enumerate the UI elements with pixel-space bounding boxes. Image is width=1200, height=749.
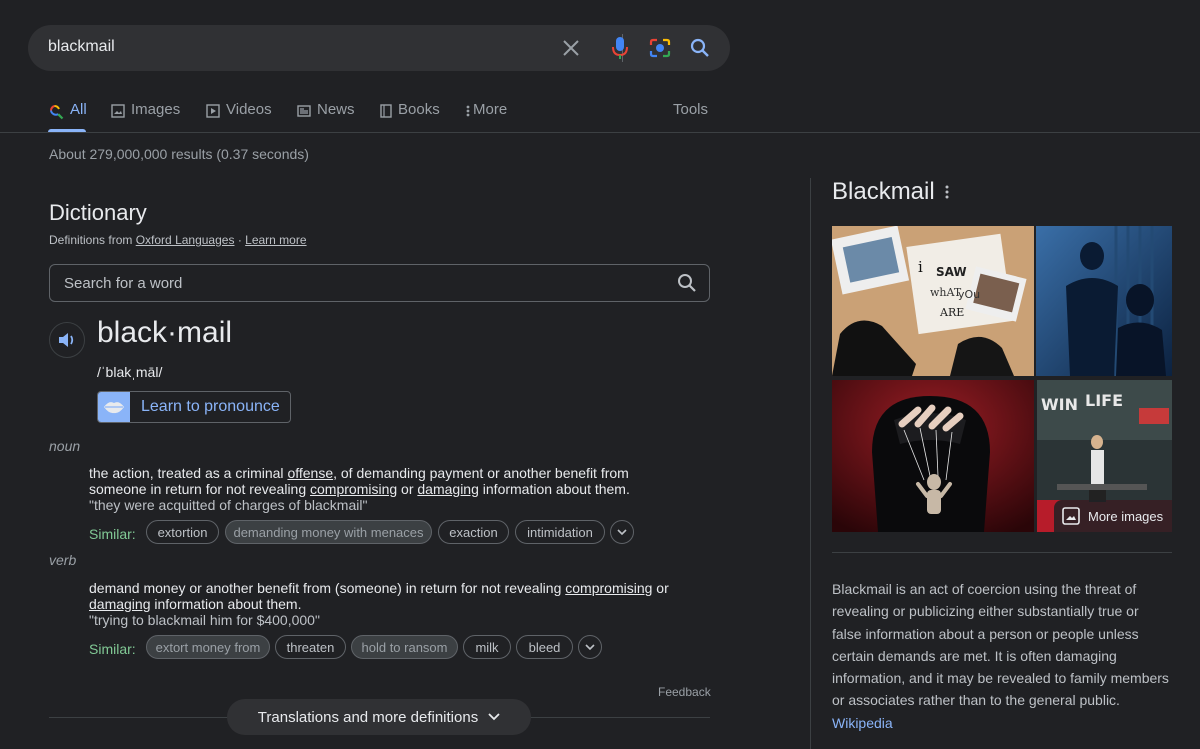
result-stats: About 279,000,000 results (0.37 seconds) xyxy=(49,146,309,162)
collage-text: yOu xyxy=(958,288,980,301)
clear-icon[interactable] xyxy=(559,36,583,60)
collage-text: i xyxy=(918,258,923,276)
image-note-collage[interactable]: i SAW whAT yOu ARE xyxy=(832,226,1034,376)
more-images-label: More images xyxy=(1088,508,1164,524)
word-link-compromising[interactable]: compromising xyxy=(310,481,397,497)
tab-books-label: Books xyxy=(398,101,440,118)
tab-videos[interactable]: Videos xyxy=(206,101,272,133)
def-text: the action, treated as a criminal xyxy=(89,465,288,481)
similar-chip[interactable]: extortion xyxy=(146,520,219,544)
description-text: Blackmail is an act of coercion using th… xyxy=(832,581,1169,709)
tab-more[interactable]: More xyxy=(466,101,507,133)
headword: black·mail xyxy=(97,316,233,349)
part-of-speech-noun: noun xyxy=(49,438,81,454)
similar-chip[interactable]: intimidation xyxy=(515,520,605,544)
book-icon xyxy=(380,104,392,118)
tab-videos-label: Videos xyxy=(226,101,272,118)
feedback-link[interactable]: Feedback xyxy=(658,685,711,699)
wikipedia-link[interactable]: Wikipedia xyxy=(832,715,893,731)
vertical-dots-icon xyxy=(466,105,470,117)
collage-text: SAW xyxy=(936,265,967,279)
tabs-divider xyxy=(0,132,1200,133)
oxford-languages-link[interactable]: Oxford Languages xyxy=(136,233,235,247)
word-link-offense[interactable]: offense xyxy=(287,465,333,481)
search-icon[interactable] xyxy=(677,273,697,298)
tab-images[interactable]: Images xyxy=(111,101,180,133)
word-link-damaging[interactable]: damaging xyxy=(417,481,479,497)
tools-button[interactable]: Tools xyxy=(673,101,708,118)
tab-news-label: News xyxy=(317,101,355,118)
similar-chip[interactable]: exaction xyxy=(438,520,509,544)
def-text: information about them. xyxy=(478,481,630,497)
word-link-damaging[interactable]: damaging xyxy=(89,596,151,612)
image-silhouettes[interactable] xyxy=(1036,226,1172,376)
pronunciation-speaker-button[interactable] xyxy=(49,322,85,358)
def-text: demand money or another benefit from (so… xyxy=(89,580,566,596)
tab-books[interactable]: Books xyxy=(380,101,440,133)
poster-text: LIFE xyxy=(1085,391,1123,410)
image-icon xyxy=(1062,507,1080,525)
dictionary-title: Dictionary xyxy=(49,200,147,225)
learn-more-link[interactable]: Learn more xyxy=(245,233,306,247)
similar-chip[interactable]: demanding money with menaces xyxy=(225,520,432,544)
knowledge-panel-title: Blackmail xyxy=(832,178,935,205)
learn-to-pronounce-label: Learn to pronounce xyxy=(141,398,280,415)
knowledge-panel-divider xyxy=(810,178,811,749)
part-of-speech-verb: verb xyxy=(49,552,77,568)
source-separator: · xyxy=(237,233,242,247)
similar-chip[interactable]: bleed xyxy=(516,635,573,659)
definition-verb: demand money or another benefit from (so… xyxy=(89,580,679,612)
more-definitions-label: Translations and more definitions xyxy=(257,708,479,726)
learn-to-pronounce-button[interactable]: Learn to pronounce xyxy=(97,391,291,423)
def-text: or xyxy=(652,580,669,596)
tab-news[interactable]: News xyxy=(297,101,355,133)
example-noun: "they were acquitted of charges of black… xyxy=(89,497,368,513)
image-icon xyxy=(111,104,125,118)
chevron-down-icon xyxy=(488,713,500,721)
similar-label: Similar: xyxy=(89,641,136,657)
lips-icon xyxy=(98,392,130,422)
search-bar[interactable]: blackmail xyxy=(28,25,730,71)
knowledge-panel-description: Blackmail is an act of coercion using th… xyxy=(832,578,1172,734)
def-text: or xyxy=(397,481,418,497)
chevron-down-icon xyxy=(617,529,627,535)
tab-more-label: More xyxy=(473,101,508,118)
translations-more-definitions-button[interactable]: Translations and more definitions xyxy=(227,699,531,735)
dictionary-source: Definitions from Oxford Languages · Lear… xyxy=(49,233,307,247)
speaker-icon xyxy=(59,333,74,347)
source-prefix: Definitions from xyxy=(49,233,133,247)
tab-all-label: All xyxy=(70,101,87,118)
microphone-icon[interactable] xyxy=(608,36,632,60)
definition-noun: the action, treated as a criminal offens… xyxy=(89,465,679,497)
expand-similar-button[interactable] xyxy=(610,520,634,544)
tab-images-label: Images xyxy=(131,101,181,118)
similar-label: Similar: xyxy=(89,526,136,542)
more-options-icon[interactable] xyxy=(945,184,949,205)
play-icon xyxy=(206,104,220,118)
expand-similar-button[interactable] xyxy=(578,635,602,659)
search-icon[interactable] xyxy=(688,36,712,60)
word-search-input[interactable]: Search for a word xyxy=(64,275,182,292)
chevron-down-icon xyxy=(585,644,595,650)
phonetic-spelling: /ˈblakˌmāl/ xyxy=(97,364,163,380)
news-icon xyxy=(297,105,311,117)
example-verb: "trying to blackmail him for $400,000" xyxy=(89,612,320,628)
def-text: information about them. xyxy=(150,596,302,612)
word-link-compromising[interactable]: compromising xyxy=(565,580,652,596)
more-images-button[interactable]: More images xyxy=(1054,500,1172,532)
poster-text: WIN xyxy=(1041,395,1078,414)
similar-chip[interactable]: milk xyxy=(463,635,511,659)
collage-text: ARE xyxy=(939,306,964,319)
similar-chip[interactable]: extort money from xyxy=(146,635,270,659)
similar-chip[interactable]: hold to ransom xyxy=(351,635,458,659)
search-input[interactable]: blackmail xyxy=(48,38,115,56)
knowledge-panel-separator xyxy=(832,552,1172,553)
similar-chip[interactable]: threaten xyxy=(275,635,346,659)
camera-lens-icon[interactable] xyxy=(648,36,672,60)
google-multicolor-search-icon xyxy=(50,105,64,120)
word-search-box[interactable]: Search for a word xyxy=(49,264,710,302)
image-puppet-strings[interactable] xyxy=(832,380,1034,532)
